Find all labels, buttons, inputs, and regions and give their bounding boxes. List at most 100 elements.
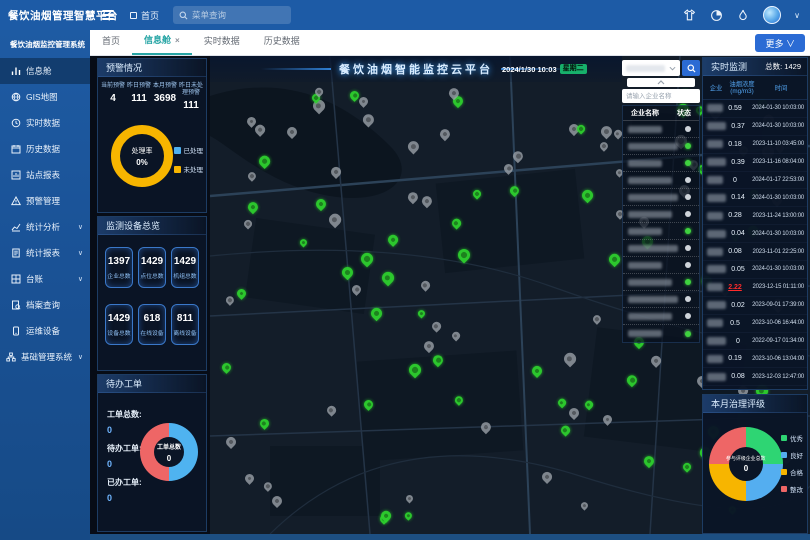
company-row[interactable] (623, 291, 699, 308)
rating-donut: 参与评级企业总数 0 (709, 427, 783, 501)
sidebar-item-ops-device[interactable]: 运维设备 (0, 318, 90, 344)
process-rate-donut: 处理率 0% (111, 125, 173, 187)
redacted-company-name (707, 230, 726, 238)
sidebar-item-base-management[interactable]: 基础管理系统 ∨ (0, 344, 90, 370)
sidebar-item-gis-map[interactable]: GIS地图 (0, 84, 90, 110)
sidebar-group-header[interactable]: 餐饮油烟监控管理系统 ︿ (0, 30, 90, 58)
realtime-row[interactable]: 0.052024-01-30 10:03:00 (703, 261, 807, 279)
sidebar-item-archive-search[interactable]: 档案查询 (0, 292, 90, 318)
pie-icon[interactable] (709, 8, 723, 22)
sidebar-item-history-data[interactable]: 历史数据 (0, 136, 90, 162)
sidebar-item-statistic-analysis[interactable]: 统计分析 ∨ (0, 214, 90, 240)
legend-swatch (174, 147, 181, 154)
company-row[interactable] (623, 155, 699, 172)
redacted-company-name (707, 122, 726, 130)
status-dot (685, 143, 691, 149)
alerts-panel: 预警情况 当前预警4 昨日预警111 本月预警3698 昨日未处理预警111 处… (97, 58, 207, 213)
company-row[interactable] (623, 223, 699, 240)
realtime-row[interactable]: 0.042024-01-30 10:03:00 (703, 225, 807, 243)
sidebar: 餐饮油烟监控管理系统 ︿ 信息舱 GIS地图 实时数据 历史数据 站点报表 预警… (0, 30, 90, 540)
realtime-row[interactable]: 0.182023-11-10 03:45:00 (703, 136, 807, 154)
company-row[interactable] (623, 274, 699, 291)
file-search-icon (11, 300, 21, 310)
redacted-company-name (628, 279, 672, 286)
company-row[interactable] (623, 206, 699, 223)
rating-legend: 优秀 良好 合格 整改 (781, 433, 803, 494)
chevron-down-icon: ∨ (78, 275, 83, 283)
company-search-button[interactable] (682, 60, 700, 76)
realtime-row[interactable]: 0.282023-11-24 13:00:00 (703, 207, 807, 225)
company-row[interactable] (623, 257, 699, 274)
company-list-header: 企业名称 状态 (623, 106, 699, 121)
topbar-search[interactable] (173, 6, 291, 24)
realtime-row[interactable]: 0.022023-09-01 17:39:00 (703, 297, 807, 315)
status-dot (685, 228, 691, 234)
realtime-row[interactable]: 0.592024-01-30 10:03:00 (703, 100, 807, 118)
company-row[interactable] (623, 308, 699, 325)
tab-info-cabin[interactable]: 信息舱× (132, 28, 192, 55)
tab-home[interactable]: 首页 (90, 29, 132, 55)
alert-stats: 当前预警4 昨日预警111 本月预警3698 昨日未处理预警111 (98, 77, 206, 111)
status-dot (685, 126, 691, 132)
status-dot (685, 177, 691, 183)
realtime-row[interactable]: 02024-01-17 22:53:00 (703, 172, 807, 190)
redacted-company-name (628, 245, 678, 252)
chevron-down-icon: ∨ (78, 249, 83, 257)
realtime-row[interactable]: 0.52023-10-06 16:44:00 (703, 315, 807, 333)
chevron-up-icon (657, 80, 665, 85)
sidebar-item-info-cabin[interactable]: 信息舱 (0, 58, 90, 84)
tab-history-data[interactable]: 历史数据 (252, 29, 312, 55)
realtime-row[interactable]: 2.222023-12-15 01:11:00 (703, 279, 807, 297)
more-button[interactable]: 更多 ∨ (755, 34, 805, 52)
status-dot (685, 160, 691, 166)
sidebar-item-statistic-report[interactable]: 统计报表 ∨ (0, 240, 90, 266)
sidebar-item-ledger[interactable]: 台账 ∨ (0, 266, 90, 292)
realtime-row[interactable]: 0.392023-11-16 08:04:00 (703, 154, 807, 172)
chevron-down-icon: ∨ (78, 353, 83, 361)
user-avatar[interactable] (763, 6, 781, 24)
flame-icon[interactable] (736, 8, 750, 22)
area-select[interactable] (622, 60, 680, 76)
realtime-row[interactable]: 0.372024-01-30 10:03:00 (703, 118, 807, 136)
company-row[interactable] (623, 121, 699, 138)
realtime-row[interactable]: 0.142024-01-30 10:03:00 (703, 189, 807, 207)
company-row[interactable] (623, 172, 699, 189)
calendar-icon (11, 144, 21, 154)
topbar-icons: ∨ (682, 6, 810, 24)
company-row[interactable] (623, 240, 699, 257)
company-row[interactable] (623, 138, 699, 155)
company-name-input[interactable] (622, 89, 700, 103)
topbar-nav-home[interactable]: 首页 (130, 9, 159, 22)
status-dot (685, 194, 691, 200)
redacted-company-name (628, 228, 662, 235)
app-root: 餐饮油烟管理智慧平台 首页 ∨ 餐饮油烟监控管理系统 (0, 0, 810, 540)
sidebar-item-alert-management[interactable]: 预警管理 (0, 188, 90, 214)
sidebar-item-realtime-data[interactable]: 实时数据 (0, 110, 90, 136)
redacted-company-name (707, 194, 726, 202)
redacted-company-name (707, 283, 723, 291)
tab-realtime-data[interactable]: 实时数据 (192, 29, 252, 55)
company-row[interactable] (623, 325, 699, 342)
legend-swatch (781, 435, 787, 441)
hamburger-menu-icon[interactable] (102, 10, 114, 20)
tab-close-icon[interactable]: × (175, 36, 180, 45)
collapse-bar[interactable] (627, 78, 694, 87)
realtime-row[interactable]: 0.082023-12-03 12:47:00 (703, 368, 807, 386)
chevron-down-icon[interactable]: ∨ (794, 11, 800, 20)
stat-value: 111 (178, 100, 204, 111)
devices-panel-title: 监测设备总览 (98, 217, 206, 235)
stat-card: 811离线设备 (171, 304, 199, 345)
stat-label: 昨日预警 (126, 83, 152, 90)
theme-icon[interactable] (682, 8, 696, 22)
redacted-company-name (707, 301, 726, 309)
sidebar-item-station-report[interactable]: 站点报表 (0, 162, 90, 188)
map-datetime: 2024/1/30 10:03 星期二 (502, 64, 587, 74)
realtime-row[interactable]: 0.082023-11-01 22:25:00 (703, 243, 807, 261)
realtime-row[interactable]: 02022-09-17 01:34:00 (703, 333, 807, 351)
tab-bar: 首页 信息舱× 实时数据 历史数据 更多 ∨ (90, 30, 810, 56)
company-row[interactable] (623, 189, 699, 206)
menu-search-input[interactable] (192, 10, 285, 20)
redacted-company-name (628, 313, 672, 320)
alerts-legend: 已处理 未处理 (174, 145, 204, 174)
realtime-row[interactable]: 0.192023-10-06 13:04:00 (703, 350, 807, 368)
